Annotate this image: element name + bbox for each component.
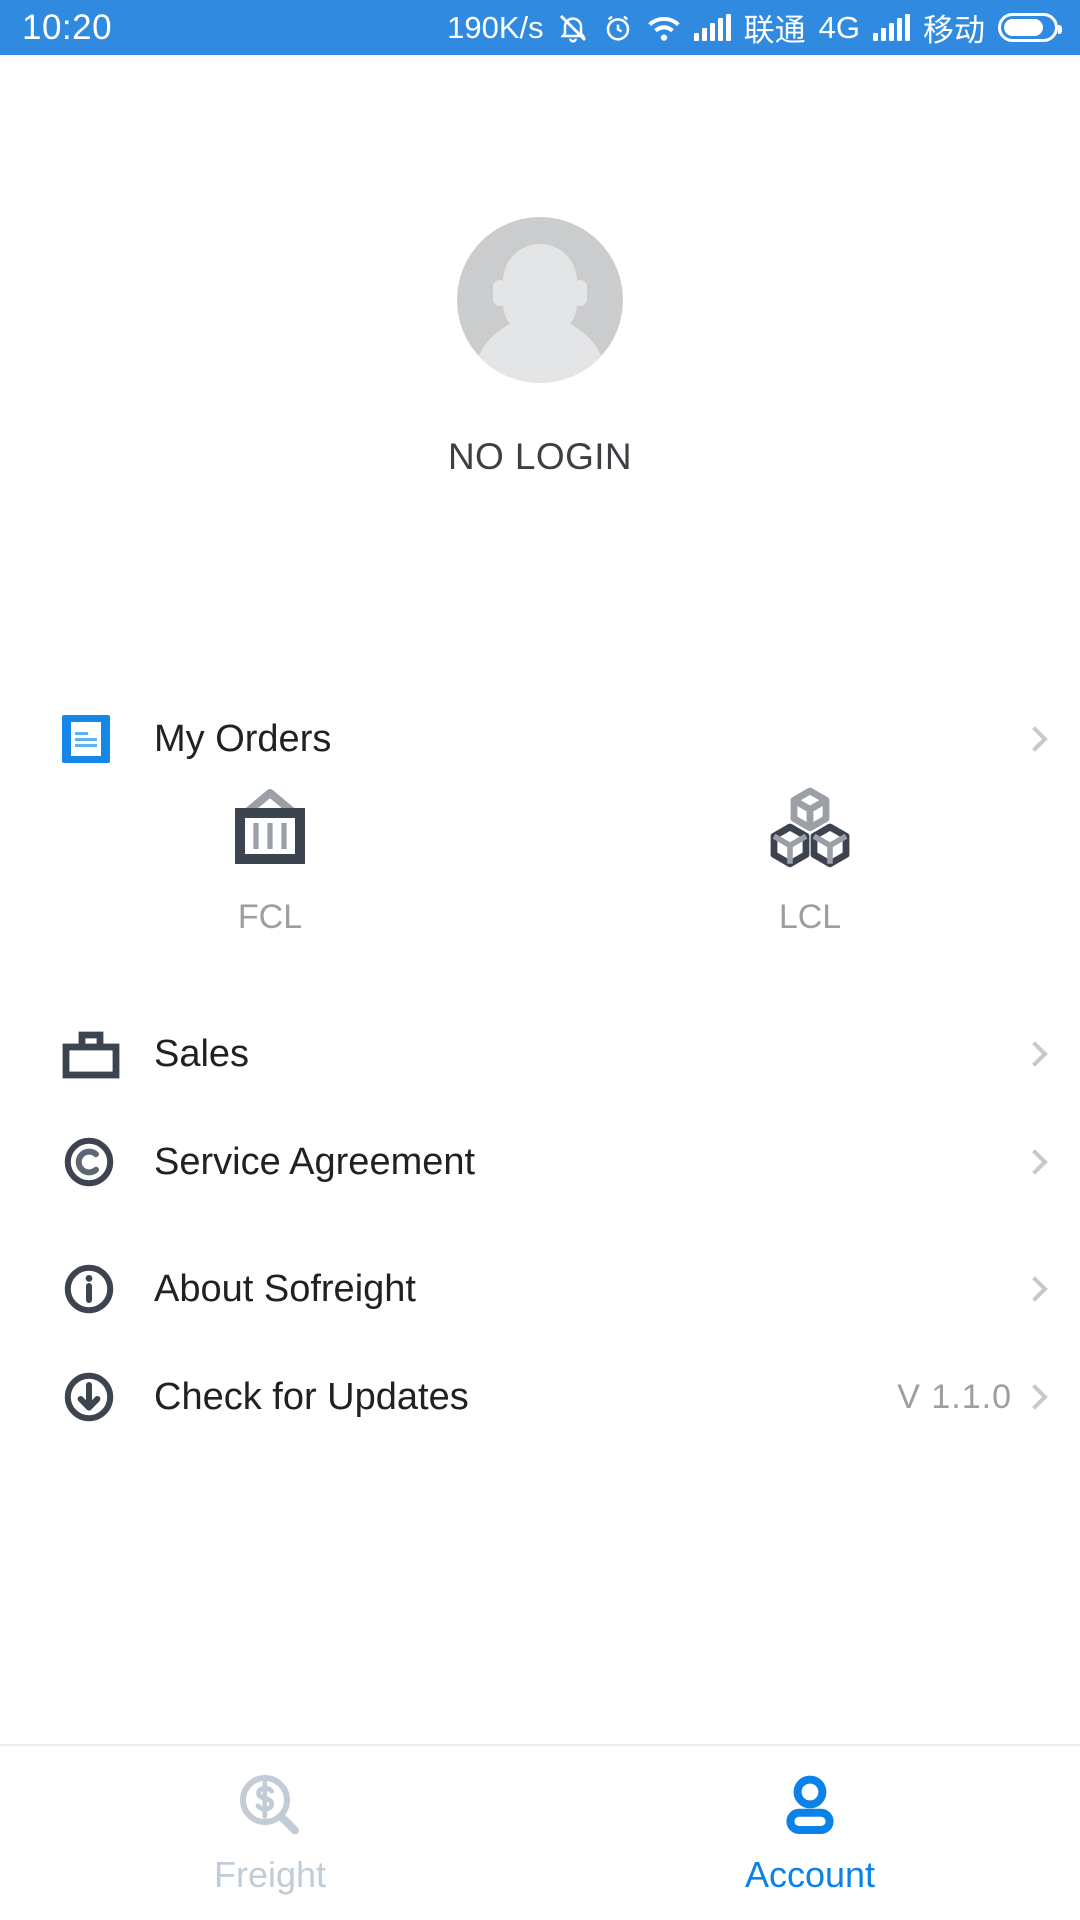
avatar[interactable] <box>457 217 623 383</box>
chevron-right-icon <box>1022 1041 1048 1067</box>
shipping-mode-lcl[interactable]: LCL <box>540 780 1080 937</box>
copyright-circle-icon <box>62 1135 124 1189</box>
shipping-mode-label: FCL <box>237 898 303 936</box>
signal-bars-icon-2 <box>873 13 910 41</box>
status-bar-clock: 10:20 <box>22 7 113 47</box>
wifi-icon <box>647 16 680 41</box>
tab-label: Account <box>744 1854 876 1895</box>
shipping-container-icon <box>0 780 540 884</box>
menu-item-label: Sales <box>154 1032 250 1075</box>
status-bar: 10:20 190K/s 联通 4G 移动 <box>0 0 1080 55</box>
chevron-right-icon <box>1022 1276 1048 1302</box>
network-speed-label: 190K/s <box>447 9 544 45</box>
network-type-label: 4G <box>818 9 860 45</box>
signal-bars-icon <box>693 13 731 41</box>
tab-account[interactable]: Account <box>540 1746 1080 1920</box>
alarm-clock-icon <box>606 15 629 41</box>
bottom-tab-bar: Freight Account <box>0 1744 1080 1920</box>
chevron-right-icon <box>1022 1149 1048 1175</box>
carrier-2-label: 移动 <box>923 13 985 48</box>
menu-item-label: Check for Updates <box>154 1375 469 1418</box>
briefcase-icon <box>62 1029 124 1079</box>
chevron-right-icon <box>1022 726 1048 752</box>
profile-section: NO LOGIN <box>0 55 1080 478</box>
chevron-right-icon <box>1022 1384 1048 1410</box>
document-list-icon <box>62 715 124 763</box>
menu-item-label: About Sofreight <box>154 1267 416 1310</box>
carrier-1-label: 联通 <box>743 13 806 48</box>
shipping-mode-label: LCL <box>778 898 842 936</box>
tab-label: Freight <box>213 1854 327 1895</box>
info-circle-icon <box>62 1262 124 1316</box>
person-icon <box>786 1775 834 1834</box>
menu-item-check-for-updates[interactable]: Check for Updates V 1.1.0 <box>0 1343 1080 1451</box>
shipping-mode-fcl[interactable]: FCL <box>0 780 540 937</box>
app-screen: 10:20 190K/s 联通 4G 移动 NO LOGIN My Orders… <box>0 0 1080 1920</box>
menu-item-label: My Orders <box>154 717 332 760</box>
menu-item-label: Service Agreement <box>154 1140 476 1183</box>
login-status-label[interactable]: NO LOGIN <box>0 436 1080 478</box>
menu-item-sales[interactable]: Sales <box>0 1000 1080 1108</box>
mute-bell-icon <box>559 14 586 43</box>
dollar-magnifier-icon <box>240 1775 299 1835</box>
battery-icon <box>998 13 1062 42</box>
download-circle-icon <box>62 1370 124 1424</box>
menu-item-service-agreement[interactable]: Service Agreement <box>0 1108 1080 1216</box>
menu-item-my-orders[interactable]: My Orders <box>0 685 1080 793</box>
app-version-label: V 1.1.0 <box>897 1377 1012 1416</box>
menu-item-about-sofreight[interactable]: About Sofreight <box>0 1235 1080 1343</box>
tab-freight[interactable]: Freight <box>0 1746 540 1920</box>
cubes-stack-icon <box>540 780 1080 884</box>
